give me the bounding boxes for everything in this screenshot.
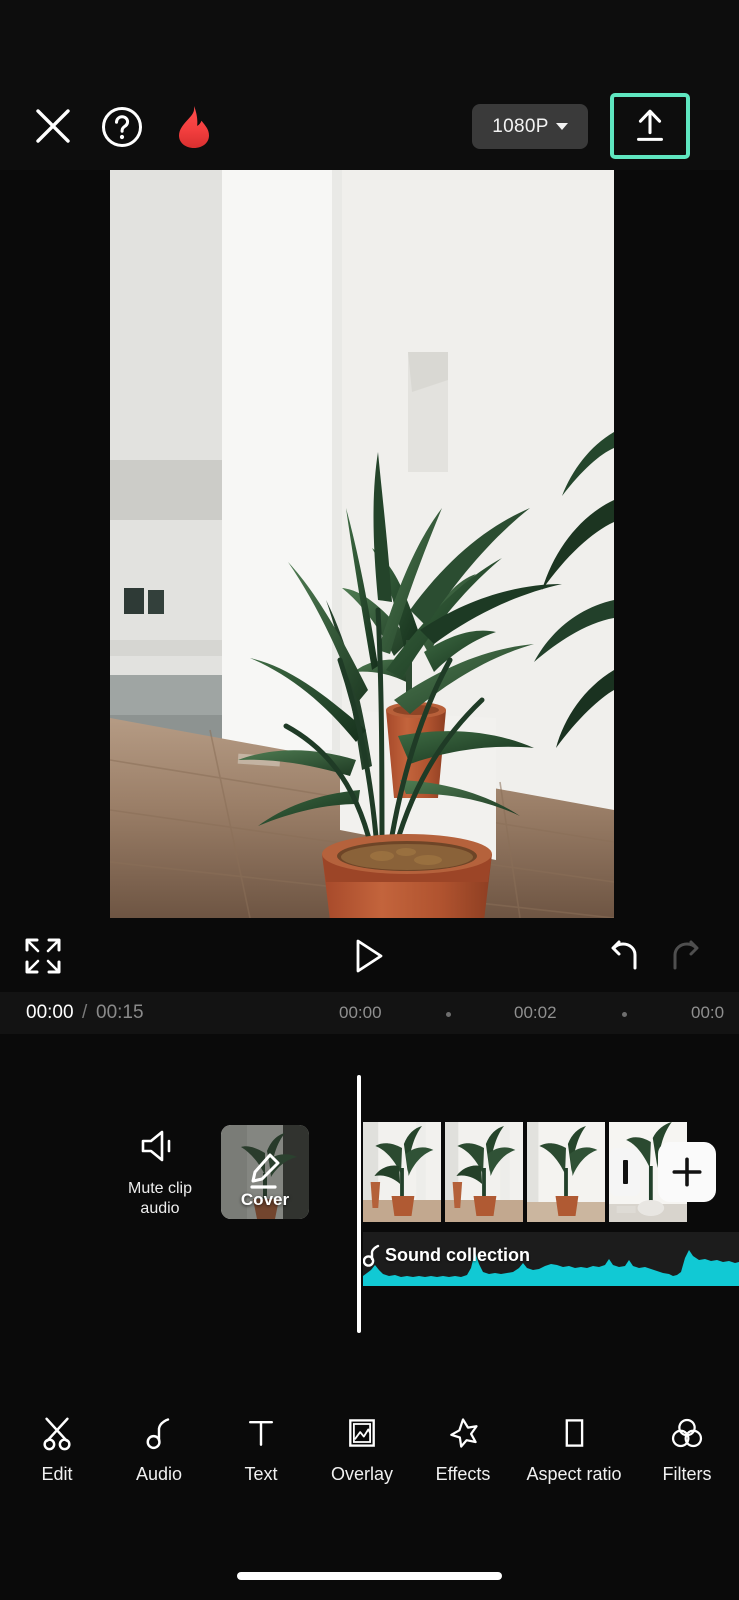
sparkle-star-icon	[445, 1412, 481, 1454]
cover-button[interactable]: Cover	[221, 1125, 309, 1219]
music-note-icon	[363, 1244, 380, 1267]
ruler-dot	[446, 1012, 451, 1017]
mute-clip-audio-button[interactable]: Mute clip audio	[110, 1128, 210, 1219]
ruler-tick: 00:02	[514, 1003, 557, 1022]
flame-icon	[172, 104, 216, 150]
time-separator: /	[82, 1002, 88, 1023]
music-note-icon	[141, 1412, 177, 1454]
video-editor-screen: 1080P 00:00 / 00:15 00:00 00:02 00:0 Mut…	[0, 0, 739, 1600]
tool-filters[interactable]: Filters	[644, 1412, 730, 1485]
tool-label: Overlay	[330, 1464, 393, 1484]
ruler-dot	[622, 1012, 627, 1017]
export-button[interactable]	[610, 93, 690, 159]
play-icon[interactable]	[347, 936, 387, 976]
undo-icon[interactable]	[608, 938, 644, 974]
chevron-down-icon	[555, 123, 568, 130]
close-icon[interactable]	[32, 105, 74, 147]
upload-icon	[637, 109, 663, 141]
video-preview[interactable]	[110, 170, 614, 918]
top-bar: 1080P	[0, 0, 739, 170]
scissors-icon	[38, 1412, 76, 1454]
home-indicator	[237, 1572, 502, 1580]
tool-edit[interactable]: Edit	[20, 1412, 94, 1485]
tool-label: Aspect ratio	[526, 1464, 622, 1484]
filters-circles-icon	[669, 1412, 705, 1454]
tool-text[interactable]: Text	[224, 1412, 298, 1485]
clip-thumbnail[interactable]	[363, 1122, 445, 1222]
playhead[interactable]	[357, 1075, 361, 1333]
plus-icon	[672, 1157, 702, 1187]
clip-track[interactable]	[363, 1122, 691, 1222]
tool-aspect-ratio[interactable]: Aspect ratio	[513, 1412, 635, 1485]
transition-button[interactable]	[610, 1148, 640, 1196]
expand-icon[interactable]	[24, 937, 62, 975]
tool-audio[interactable]: Audio	[122, 1412, 196, 1485]
square-icon	[556, 1412, 592, 1454]
redo-icon[interactable]	[666, 938, 702, 974]
resolution-selector[interactable]: 1080P	[472, 104, 588, 149]
mute-label-line1: Mute clip	[127, 1180, 193, 1197]
audio-track-sound-collection[interactable]: Sound collection	[363, 1232, 739, 1286]
ruler-tick: 00:00	[339, 1003, 382, 1022]
tool-label: Effects	[435, 1464, 491, 1484]
tool-label: Text	[244, 1464, 278, 1484]
tool-overlay[interactable]: Overlay	[317, 1412, 407, 1485]
help-circle-icon[interactable]	[100, 105, 144, 149]
preview-frame	[110, 170, 614, 918]
text-t-icon	[243, 1412, 279, 1454]
transition-icon	[622, 1160, 628, 1184]
player-controls	[0, 920, 739, 992]
clip-thumbnail[interactable]	[527, 1122, 609, 1222]
bottom-toolbar: Edit Audio Text Overlay Effects Aspect r…	[0, 1400, 739, 1530]
tool-effects[interactable]: Effects	[420, 1412, 506, 1485]
timecode-bar: 00:00 / 00:15 00:00 00:02 00:0	[0, 992, 739, 1034]
image-frame-icon	[344, 1412, 380, 1454]
tool-label: Filters	[662, 1464, 712, 1484]
tool-label: Edit	[41, 1464, 73, 1484]
ruler-tick: 00:0	[691, 1003, 725, 1022]
mute-label-line2: audio	[140, 1200, 180, 1217]
speaker-mute-icon	[141, 1130, 171, 1162]
current-time: 00:00	[26, 1002, 74, 1023]
clip-thumbnail[interactable]	[445, 1122, 527, 1222]
add-clip-button[interactable]	[658, 1142, 716, 1202]
resolution-label: 1080P	[492, 115, 549, 137]
tool-label: Audio	[135, 1464, 183, 1484]
audio-track-label: Sound collection	[385, 1245, 531, 1265]
total-duration: 00:15	[96, 1002, 144, 1023]
cover-label: Cover	[240, 1190, 290, 1209]
